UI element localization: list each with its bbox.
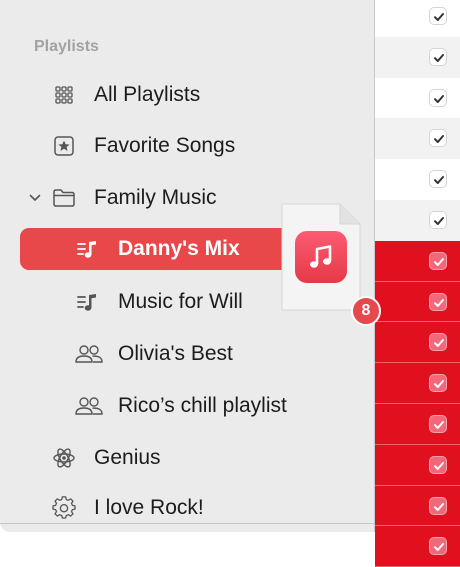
atom-icon (52, 446, 76, 470)
sidebar-item-label: Music for Will (118, 290, 243, 313)
chevron-down-icon[interactable] (26, 186, 44, 210)
sidebar-item-favorite-songs[interactable]: Favorite Songs (0, 124, 374, 168)
sidebar-item-label: Genius (94, 446, 161, 469)
track-row[interactable] (375, 322, 460, 364)
drag-count-badge: 8 (351, 296, 381, 326)
track-list-checkbox-column (375, 0, 460, 567)
sidebar-bottom-edge (0, 523, 374, 532)
sidebar-item-label: Favorite Songs (94, 134, 236, 157)
sidebar-item-label: Rico’s chill playlist (118, 394, 287, 417)
shared-people-icon (74, 342, 104, 366)
sidebar-item-olivias-best[interactable]: Olivia's Best (0, 332, 374, 376)
sidebar-item-all-playlists[interactable]: All Playlists (0, 73, 374, 117)
folder-icon (52, 186, 76, 210)
track-row[interactable] (375, 444, 460, 486)
playlist-icon (76, 290, 100, 314)
track-row[interactable] (375, 36, 460, 78)
track-checkbox[interactable] (429, 292, 447, 311)
track-row[interactable] (375, 77, 460, 119)
music-app-window: Playlists All Playlists Favorite Songs F… (0, 0, 460, 567)
track-checkbox[interactable] (429, 374, 447, 393)
track-checkbox[interactable] (429, 415, 447, 433)
sidebar-item-label: Danny's Mix (118, 237, 240, 260)
star-box-icon (52, 134, 76, 158)
track-checkbox[interactable] (429, 129, 447, 148)
track-checkbox[interactable] (429, 251, 447, 270)
drag-preview-document (280, 202, 362, 312)
track-row[interactable] (375, 485, 460, 527)
track-row[interactable] (375, 281, 460, 323)
sidebar-item-label: Olivia's Best (118, 342, 233, 365)
track-checkbox[interactable] (429, 88, 447, 107)
track-checkbox[interactable] (429, 537, 447, 556)
track-checkbox[interactable] (429, 7, 447, 25)
track-checkbox[interactable] (429, 211, 447, 229)
track-row[interactable] (375, 363, 460, 404)
track-checkbox[interactable] (429, 170, 447, 189)
sidebar-item-ricos-chill-playlist[interactable]: Rico’s chill playlist (0, 384, 374, 428)
shared-people-icon (74, 394, 104, 418)
smart-gear-icon (52, 496, 76, 520)
track-row[interactable] (375, 200, 460, 241)
track-checkbox[interactable] (429, 47, 447, 66)
track-checkbox[interactable] (429, 333, 447, 352)
music-note-app-icon (295, 231, 347, 283)
track-row[interactable] (375, 0, 460, 37)
track-checkbox[interactable] (429, 455, 447, 474)
track-row[interactable] (375, 240, 460, 282)
grid-icon (52, 83, 76, 107)
track-row[interactable] (375, 404, 460, 445)
sidebar-item-label: All Playlists (94, 83, 201, 106)
sidebar-item-label: Family Music (94, 186, 217, 209)
sidebar-item-label: I love Rock! (94, 496, 204, 519)
track-row[interactable] (375, 526, 460, 567)
playlist-icon (76, 237, 100, 261)
track-checkbox[interactable] (429, 496, 447, 515)
track-row[interactable] (375, 159, 460, 200)
sidebar-item-genius[interactable]: Genius (0, 436, 374, 480)
track-row[interactable] (375, 118, 460, 160)
playlists-section-header: Playlists (34, 38, 99, 55)
